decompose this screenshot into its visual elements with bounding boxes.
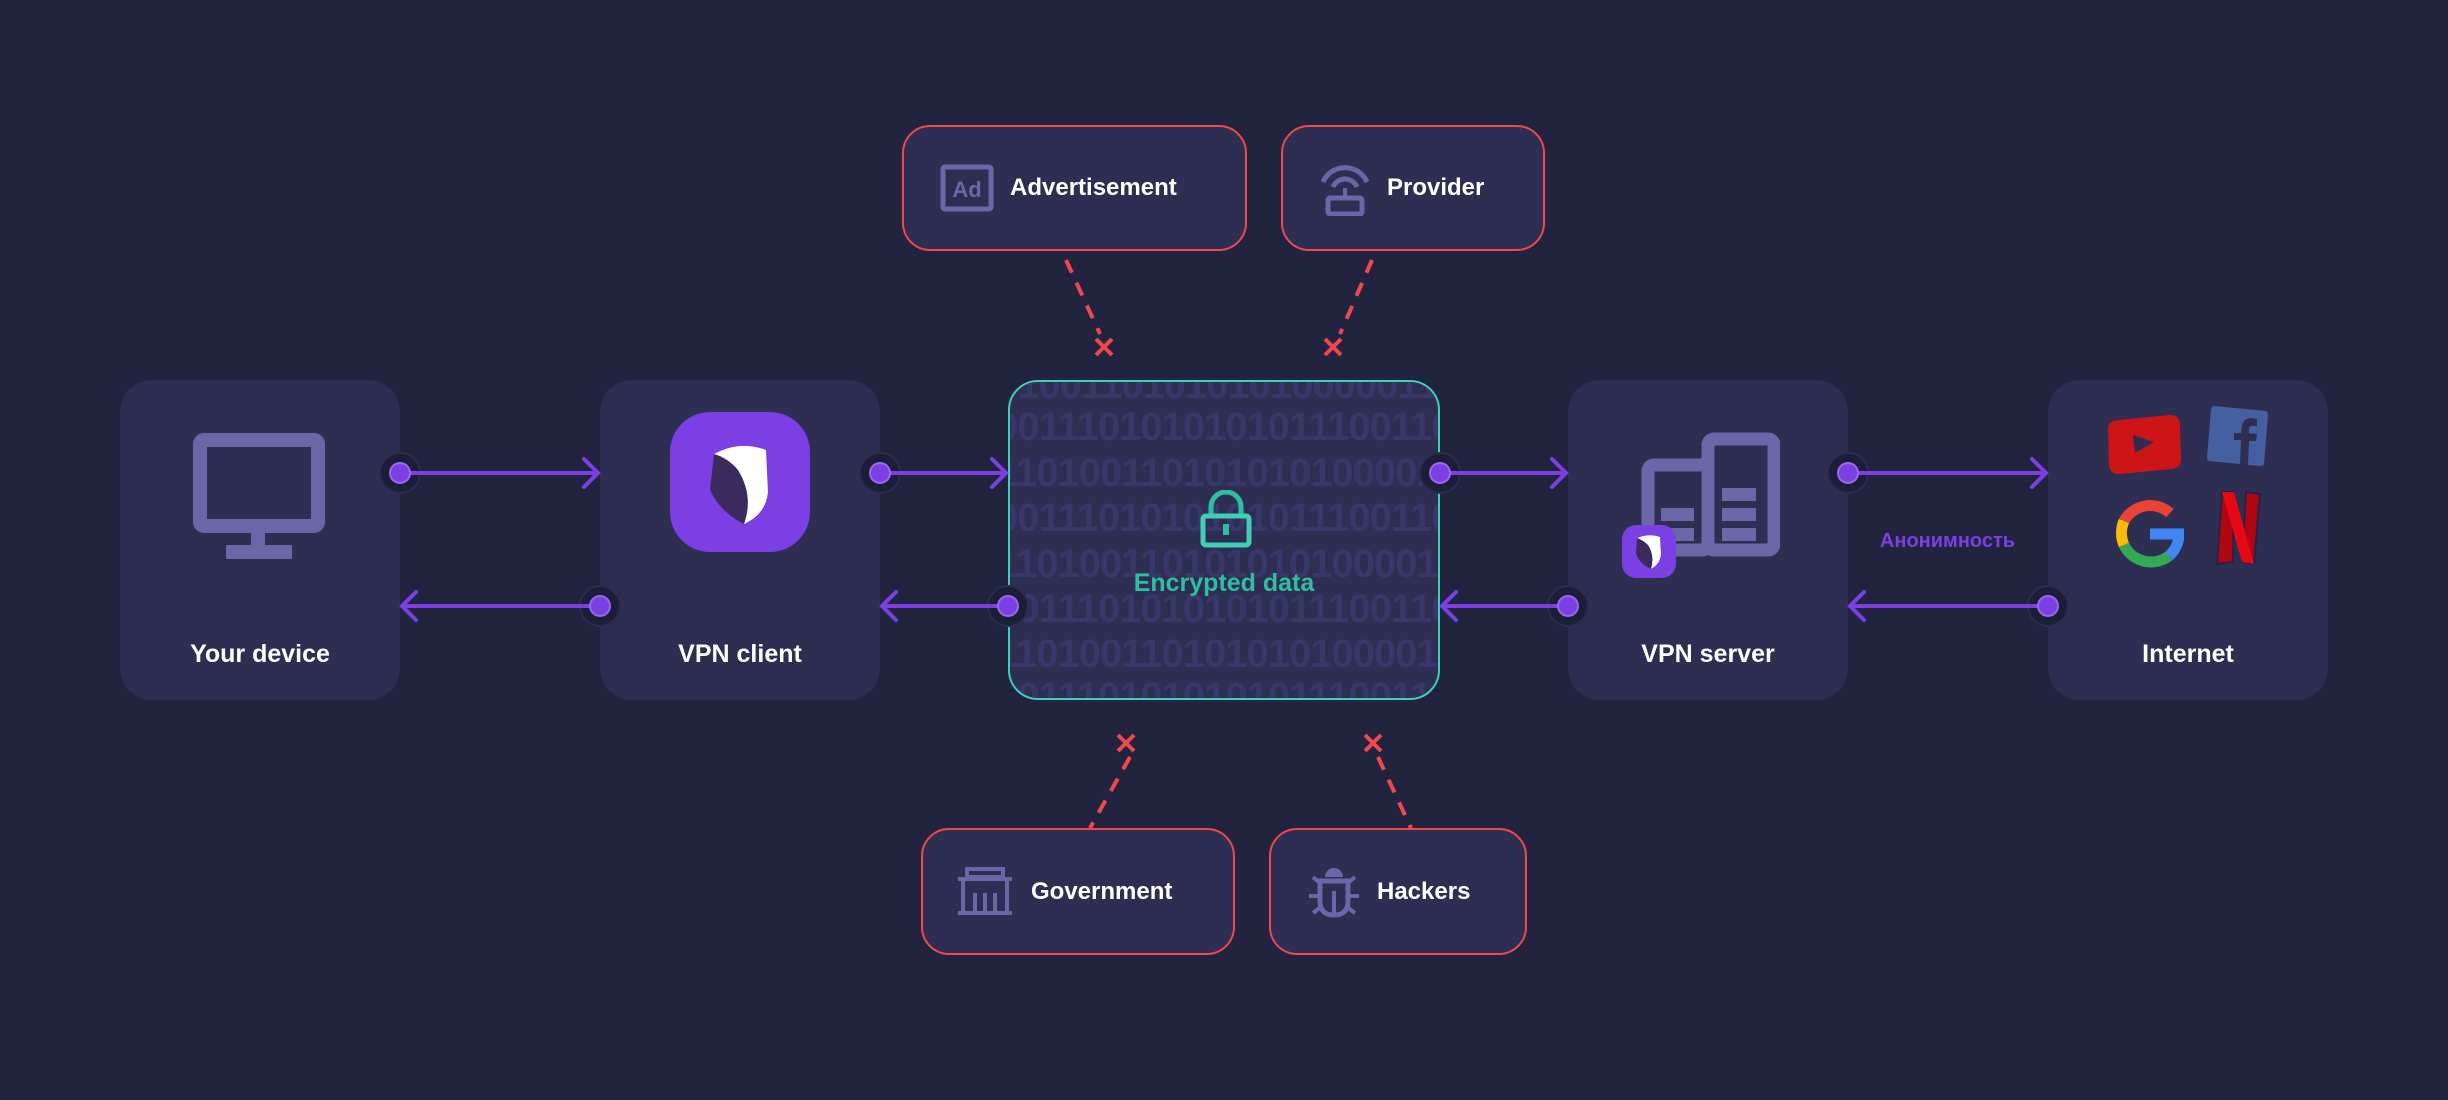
blocked-line-advertisement: [1064, 259, 1102, 335]
flow-arrow: [379, 452, 601, 494]
connector-dot: [389, 462, 411, 484]
blocked-cross-icon: [1363, 733, 1383, 753]
flow-arrow: [859, 452, 1009, 494]
flow-arrow: [1847, 585, 2069, 627]
blocked-line-hackers: [1376, 756, 1413, 829]
blocked-cross-icon: [1323, 337, 1343, 357]
connector-dot: [997, 595, 1019, 617]
connector-dot: [589, 595, 611, 617]
blocked-line-provider: [1338, 259, 1374, 335]
flow-arrow: [1827, 452, 2049, 494]
connector-dot: [2037, 595, 2059, 617]
flow-arrow: [399, 585, 621, 627]
flow-arrow: [879, 585, 1029, 627]
connector-dot: [1429, 462, 1451, 484]
flow-arrow: [1419, 452, 1569, 494]
blocked-line-government: [1088, 756, 1132, 829]
blocked-cross-icon: [1094, 337, 1114, 357]
flow-arrow: [1439, 585, 1589, 627]
blocked-cross-icon: [1116, 733, 1136, 753]
connector-dot: [869, 462, 891, 484]
connections-overlay: [379, 259, 2069, 829]
connector-dot: [1557, 595, 1579, 617]
connector-dot: [1837, 462, 1859, 484]
